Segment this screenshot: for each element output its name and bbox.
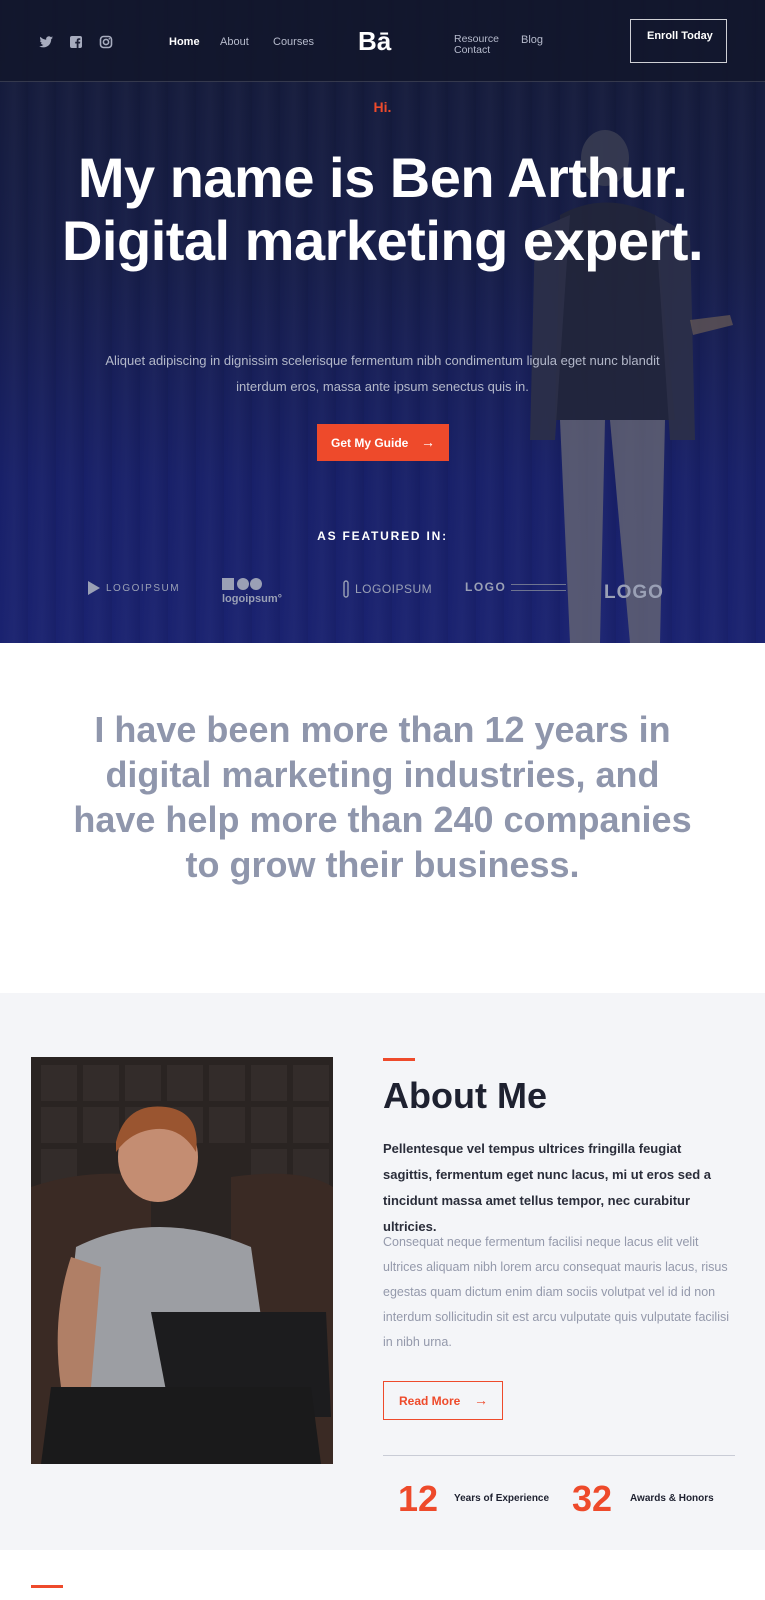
read-more-button[interactable]: Read More → [383,1381,503,1420]
featured-logo-2: logoipsum° [222,578,282,605]
featured-logo-1: LOGOIPSUM [87,580,180,596]
portrait-illustration [31,1057,333,1464]
arrow-right-icon: → [421,434,435,450]
featured-logo-3: LOGOIPSUM [342,580,432,598]
arrow-right-icon: → [474,1392,488,1408]
about-accent-line [383,1058,415,1061]
nav-courses[interactable]: Courses [273,36,314,48]
nav-about[interactable]: About [220,36,249,48]
logo-lines [511,583,567,591]
stat-awards-value: 32 [572,1478,613,1519]
about-portrait-photo [31,1057,333,1464]
about-body-text: Consequat neque fermentum facilisi neque… [383,1235,730,1349]
next-section-accent-line [31,1585,63,1588]
brand-logo[interactable]: Bā [358,26,391,57]
stat-years-label: Years of Experience [454,1493,550,1504]
nav-stack: Resource Contact [454,34,514,56]
stat-awards-label: Awards & Honors [630,1493,714,1504]
about-title: About Me [383,1075,547,1116]
hero-headline: My name is Ben Arthur. Digital marketing… [61,146,704,272]
hero-subtext: Aliquet adipiscing in dignissim sceleris… [105,353,660,394]
top-navigation-bar: Home About Courses Bā Resource Contact B… [0,0,765,82]
about-lead-text: Pellentesque vel tempus ultrices fringil… [383,1141,711,1234]
read-more-label: Read More [399,1393,461,1408]
get-my-guide-button[interactable]: Get My Guide → [317,424,449,461]
featured-in-label: AS FEATURED IN: [317,529,448,543]
stats-divider [383,1455,735,1456]
instagram-icon[interactable] [98,34,114,50]
enroll-today-button[interactable]: Enroll Today [630,19,727,63]
twitter-icon[interactable] [38,34,54,50]
stat-years-value: 12 [398,1478,439,1519]
facebook-icon[interactable] [68,34,84,50]
logo-mark-icon [343,580,349,598]
experience-statement: I have been more than 12 years in digita… [73,709,692,885]
featured-logo-5: LOGO [604,582,664,603]
nav-contact[interactable]: Contact [454,45,514,56]
logo-mark-icon [222,578,262,590]
hero-greeting: Hi. [373,99,392,115]
hero-section: Home About Courses Bā Resource Contact B… [0,0,765,643]
get-my-guide-label: Get My Guide [331,435,409,450]
featured-logo-4: LOGO [465,580,567,594]
logo-mark-icon [88,581,100,595]
nav-home[interactable]: Home [169,36,200,48]
nav-blog[interactable]: Blog [521,34,543,46]
